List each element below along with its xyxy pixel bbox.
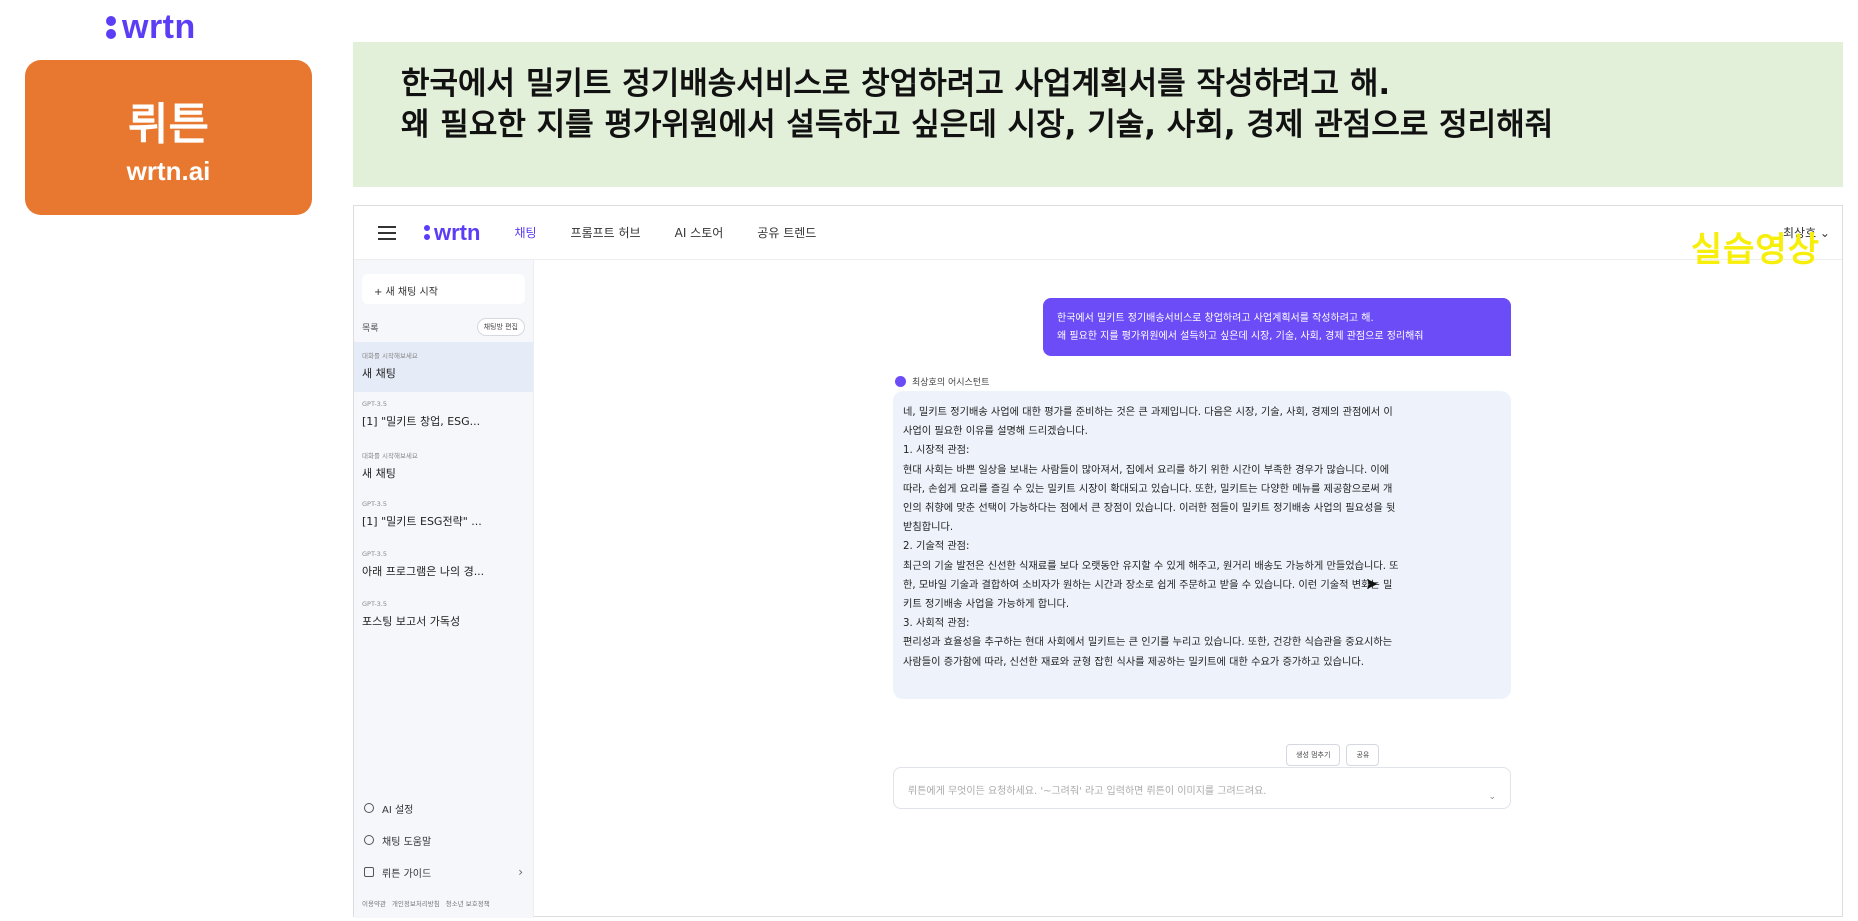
chat-input-placeholder: 뤼튼에게 무엇이든 요청하세요. '~그려줘' 라고 입력하면 뤼튼이 이미지를… <box>908 786 1267 797</box>
answer-line: 편리성과 효율성을 추구하는 현대 사회에서 밀키트는 큰 인기를 누리고 있습… <box>903 637 1393 649</box>
ai-settings-link[interactable]: AI 설정 <box>354 792 533 824</box>
chat-help-link[interactable]: 채팅 도움말 <box>354 824 533 856</box>
logo-dots-icon <box>106 16 116 39</box>
youth-policy-link[interactable]: 청소년 보호정책 <box>446 898 490 908</box>
mouse-cursor-icon: ➤ <box>1365 574 1379 593</box>
sidebar-chat-item[interactable]: 대화를 시작해보세요 새 채팅 <box>354 342 533 392</box>
sidebar-chat-item[interactable]: GPT-3.5 아래 프로그램은 나의 경... <box>354 542 533 592</box>
new-chat-button[interactable]: + 새 채팅 시작 <box>362 274 525 304</box>
page: wrtn 뤼튼 wrtn.ai 한국에서 밀키트 정기배송서비스로 창업하려고 … <box>0 0 1858 921</box>
help-icon <box>364 835 374 845</box>
tab-ai-store[interactable]: AI 스토어 <box>675 224 724 241</box>
nav-logo-wordmark: wrtn <box>434 219 481 245</box>
chat-item-title: 포스팅 보고서 가독성 <box>362 615 461 628</box>
user-message-line-2: 왜 필요한 지를 평가위원에서 설득하고 싶은데 시장, 기술, 사회, 경제 … <box>1057 331 1424 342</box>
product-url: wrtn.ai <box>126 156 211 186</box>
chat-item-title: [1] "밀키트 ESG전략" ... <box>362 515 482 528</box>
chat-list-header: 목록 채팅방 편집 <box>354 304 533 342</box>
chat-list-title: 목록 <box>362 323 379 334</box>
user-message: 한국에서 밀키트 정기배송서비스로 창업하려고 사업계획서를 작성하려고 해. … <box>1043 298 1511 356</box>
chat-item-model: 대화를 시작해보세요 <box>362 452 418 460</box>
answer-line: 네, 밀키트 정기배송 사업에 대한 평가를 준비하는 것은 큰 과제입니다. … <box>903 407 1393 418</box>
tab-prompt-hub[interactable]: 프롬프트 허브 <box>571 224 641 241</box>
sidebar-chat-item[interactable]: 대화를 시작해보세요 새 채팅 <box>354 442 533 492</box>
menu-icon[interactable] <box>378 225 396 240</box>
chat-item-title: 새 채팅 <box>362 467 396 480</box>
message-actions: 생성 멈추기 공유 <box>1286 744 1380 766</box>
sidebar: + 새 채팅 시작 목록 채팅방 편집 대화를 시작해보세요 새 채팅 GPT-… <box>354 260 534 918</box>
assistant-name: 최상호의 어시스턴트 <box>912 378 990 388</box>
answer-line: 한, 모바일 기술과 결합하여 소비자가 원하는 시간과 장소로 쉽게 주문하고… <box>903 579 1393 591</box>
tab-share-trend[interactable]: 공유 트렌드 <box>757 224 816 241</box>
chevron-down-icon[interactable]: ⌄ <box>1488 792 1496 802</box>
chat-item-model: GPT-3.5 <box>362 400 388 408</box>
answer-line: 받침합니다. <box>903 522 954 534</box>
chat-help-label: 채팅 도움말 <box>382 836 432 848</box>
answer-line: 사업이 필요한 이유를 설명해 드리겠습니다. <box>903 426 1088 438</box>
sidebar-chat-item[interactable]: GPT-3.5 [1] "밀키트 창업, ESG... <box>354 392 533 442</box>
banner-line-2: 왜 필요한 지를 평가위원에서 설득하고 싶은데 시장, 기술, 사회, 경제 … <box>401 107 1554 143</box>
top-nav: wrtn 채팅 프롬프트 허브 AI 스토어 공유 트렌드 최상호 ⌄ 실습영상 <box>354 206 1842 270</box>
footer-links: 이용약관 개인정보처리방침 청소년 보호정책 <box>354 888 533 918</box>
chevron-right-icon: › <box>518 865 523 879</box>
sidebar-chat-item[interactable]: GPT-3.5 [1] "밀키트 ESG전략" ... <box>354 492 533 542</box>
stop-generation-button[interactable]: 생성 멈추기 <box>1286 744 1341 766</box>
chat-item-model: GPT-3.5 <box>362 600 388 608</box>
chat-input[interactable]: 뤼튼에게 무엇이든 요청하세요. '~그려줘' 라고 입력하면 뤼튼이 이미지를… <box>893 767 1511 809</box>
assistant-avatar-icon <box>895 376 906 387</box>
book-icon <box>364 867 374 877</box>
logo-dots-icon <box>424 225 430 240</box>
user-message-line-1: 한국에서 밀키트 정기배송서비스로 창업하려고 사업계획서를 작성하려고 해. <box>1057 313 1374 324</box>
app-window: wrtn 채팅 프롬프트 허브 AI 스토어 공유 트렌드 최상호 ⌄ 실습영상… <box>353 205 1843 918</box>
answer-line: 최근의 기술 발전은 신선한 식재료를 보다 오랫동안 유지할 수 있게 해주고… <box>903 560 1399 572</box>
answer-line: 현대 사회는 바쁜 일상을 보내는 사람들이 많아져서, 집에서 요리를 하기 … <box>903 464 1390 476</box>
chat-item-model: GPT-3.5 <box>362 550 388 558</box>
sidebar-bottom: AI 설정 채팅 도움말 뤼튼 가이드 › 이용약관 개인정보처리방침 청소년 … <box>354 792 533 918</box>
ai-settings-label: AI 설정 <box>382 804 414 816</box>
answer-line: 1. 시장적 관점: <box>903 445 970 457</box>
edit-chat-button[interactable]: 채팅방 편집 <box>476 318 525 336</box>
nav-logo[interactable]: wrtn <box>424 220 480 246</box>
answer-line: 따라, 손쉽게 요리를 즐길 수 있는 밀키트 시장이 확대되고 있습니다. 또… <box>903 483 1393 495</box>
share-button[interactable]: 공유 <box>1346 744 1380 766</box>
banner-line-1: 한국에서 밀키트 정기배송서비스로 창업하려고 사업계획서를 작성하려고 해. <box>401 66 1391 102</box>
tab-chat[interactable]: 채팅 <box>514 224 536 241</box>
wrtn-logo: wrtn <box>106 8 196 47</box>
privacy-link[interactable]: 개인정보처리방침 <box>392 898 440 908</box>
guide-label: 뤼튼 가이드 <box>382 868 432 880</box>
chat-item-title: 새 채팅 <box>362 367 396 380</box>
gear-icon <box>364 803 374 813</box>
assistant-message: 네, 밀키트 정기배송 사업에 대한 평가를 준비하는 것은 큰 과제입니다. … <box>893 391 1511 699</box>
prompt-banner: 한국에서 밀키트 정기배송서비스로 창업하려고 사업계획서를 작성하려고 해. … <box>353 42 1843 187</box>
chat-item-title: [1] "밀키트 창업, ESG... <box>362 415 481 428</box>
answer-line: 2. 기술적 관점: <box>903 541 970 553</box>
terms-link[interactable]: 이용약관 <box>362 898 386 908</box>
answer-line: 사람들이 증가함에 따라, 신선한 재료와 균형 잡힌 식사를 제공하는 밀키트… <box>903 656 1364 668</box>
sidebar-chat-item[interactable]: GPT-3.5 포스팅 보고서 가독성 <box>354 592 533 642</box>
answer-line: 키트 정기배송 사업을 가능하게 합니다. <box>903 599 1070 611</box>
answer-line: 3. 사회적 관점: <box>903 618 970 630</box>
chat-area: 한국에서 밀키트 정기배송서비스로 창업하려고 사업계획서를 작성하려고 해. … <box>535 260 1842 916</box>
answer-line: 인의 취향에 맞춘 선택이 가능하다는 점에서 큰 장점이 있습니다. 이러한 … <box>903 503 1396 515</box>
product-card: 뤼튼 wrtn.ai <box>25 60 312 215</box>
chat-item-model: 대화를 시작해보세요 <box>362 352 418 360</box>
logo-wordmark: wrtn <box>122 8 196 46</box>
chat-item-title: 아래 프로그램은 나의 경... <box>362 565 485 578</box>
chat-item-model: GPT-3.5 <box>362 500 388 508</box>
product-title: 뤼튼 <box>128 99 209 150</box>
assistant-header: 최상호의 어시스턴트 <box>895 375 989 388</box>
guide-link[interactable]: 뤼튼 가이드 › <box>354 856 533 888</box>
